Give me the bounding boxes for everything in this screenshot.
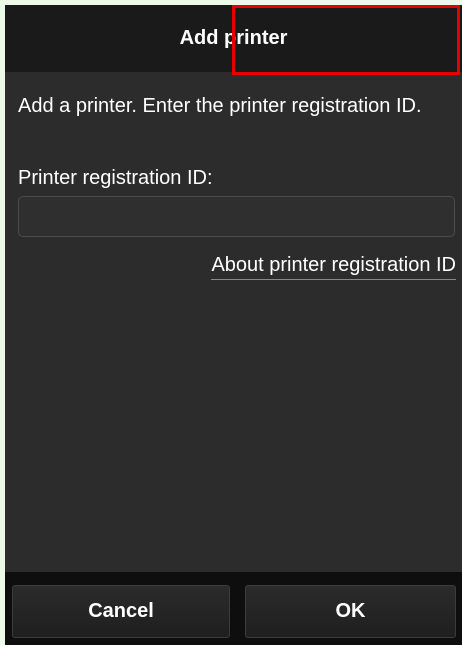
add-printer-screen: Add printer Add a printer. Enter the pri… [5, 5, 462, 645]
registration-id-label: Printer registration ID: [18, 167, 213, 189]
ok-button[interactable]: OK [245, 585, 456, 638]
registration-id-input[interactable] [18, 196, 455, 237]
cancel-button[interactable]: Cancel [12, 585, 230, 638]
instruction-text: Add a printer. Enter the printer registr… [18, 95, 422, 117]
ok-button-label: OK [335, 600, 366, 622]
cancel-button-label: Cancel [88, 600, 154, 622]
about-registration-id-link[interactable]: About printer registration ID [211, 253, 456, 280]
bottom-button-bar: Cancel OK [5, 572, 462, 645]
ok-button-highlight-frame [232, 5, 460, 75]
